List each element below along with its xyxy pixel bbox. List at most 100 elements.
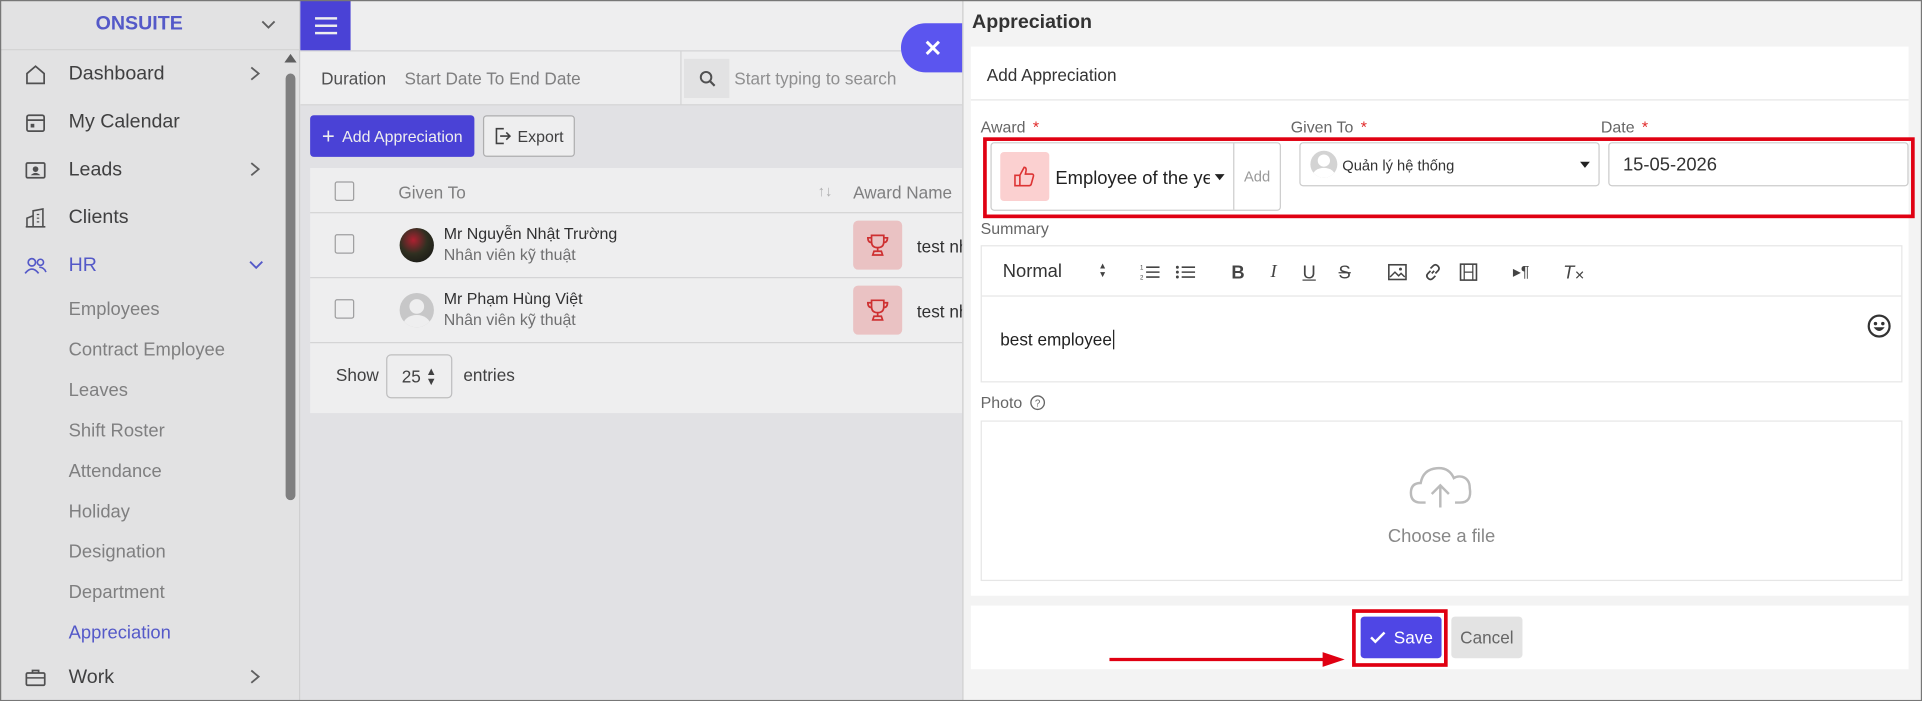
sidebar-item-work[interactable]: Work	[0, 653, 282, 701]
hamburger-menu-icon[interactable]	[300, 0, 351, 51]
column-given-to[interactable]: Given To	[398, 183, 465, 203]
select-all-checkbox[interactable]	[334, 181, 355, 202]
sidebar-item-label: Clients	[68, 206, 129, 228]
sidebar-subitem-designation[interactable]: Designation	[0, 532, 282, 572]
sidebar-scrollbar[interactable]	[283, 53, 298, 701]
link-icon[interactable]	[1422, 261, 1444, 283]
cancel-button[interactable]: Cancel	[1451, 616, 1523, 659]
sidebar-subitem-shift-roster[interactable]: Shift Roster	[0, 411, 282, 451]
date-label: Date *	[1600, 117, 1649, 137]
photo-label: Photo?	[981, 393, 1046, 412]
chevron-down-icon	[249, 261, 263, 270]
appreciation-panel: Appreciation Add Appreciation Award * Giv…	[962, 0, 1922, 701]
thumbs-up-icon	[1000, 151, 1050, 202]
red-arrow-annotation	[1109, 652, 1345, 667]
sidebar: ONSUITE Dashboard My Calendar Leads Clie…	[0, 0, 301, 701]
sidebar-subitem-contract-employee[interactable]: Contract Employee	[0, 330, 282, 370]
sidebar-subitem-department[interactable]: Department	[0, 572, 282, 612]
text-direction-icon[interactable]: ▸¶	[1510, 261, 1532, 283]
sidebar-item-leads[interactable]: Leads	[0, 146, 282, 194]
strikethrough-icon[interactable]: S	[1334, 261, 1356, 283]
divider	[680, 51, 682, 106]
emoji-icon[interactable]	[1867, 314, 1892, 339]
sidebar-item-label: Dashboard	[68, 63, 165, 84]
svg-text:2: 2	[1140, 274, 1144, 280]
summary-label: Summary	[980, 219, 1049, 238]
plus-icon: +	[321, 123, 335, 149]
row-checkbox[interactable]	[334, 234, 355, 254]
export-icon	[495, 127, 512, 145]
image-icon[interactable]	[1386, 261, 1408, 283]
given-to-value: Quản lý hệ thống	[1342, 156, 1455, 175]
text-style-select[interactable]: Normal ▲ ▼	[1003, 261, 1107, 282]
page-size-select[interactable]: 25 ▲ ▼	[386, 354, 453, 399]
caret-down-icon	[1214, 174, 1225, 181]
date-range-picker[interactable]: Start Date To End Date	[405, 69, 581, 89]
column-award-name[interactable]: Award Name	[853, 183, 952, 203]
sidebar-subitem-holiday[interactable]: Holiday	[0, 492, 282, 532]
sidebar-item-dashboard[interactable]: Dashboard	[0, 50, 282, 98]
close-panel-button[interactable]	[900, 23, 965, 73]
scroll-up-icon[interactable]	[284, 53, 297, 63]
date-input[interactable]: 15-05-2026	[1608, 142, 1909, 187]
summary-text[interactable]: best employee	[1000, 329, 1115, 350]
sidebar-item-my-calendar[interactable]: My Calendar	[0, 98, 282, 146]
clear-format-icon[interactable]: T ✕	[1563, 261, 1585, 283]
bold-icon[interactable]: B	[1227, 261, 1249, 283]
table-row: Mr Nguyễn Nhật Trường Nhân viên kỹ thuật…	[310, 213, 962, 279]
sidebar-item-clients[interactable]: Clients	[0, 194, 282, 242]
scrollbar-thumb[interactable]	[285, 73, 296, 501]
italic-icon[interactable]: I	[1263, 261, 1285, 283]
entries-label: entries	[463, 365, 515, 385]
bullet-list-icon[interactable]	[1174, 261, 1196, 283]
sort-arrows-icon: ▲ ▼	[1098, 262, 1107, 280]
sidebar-subitem-attendance[interactable]: Attendance	[0, 451, 282, 491]
photo-dropzone[interactable]: Choose a file	[980, 420, 1903, 582]
chevron-down-icon[interactable]	[260, 16, 277, 33]
add-award-button[interactable]: Add	[1233, 143, 1280, 210]
employee-name[interactable]: Mr Phạm Hùng Việt	[444, 289, 583, 307]
user-avatar-icon	[1310, 150, 1338, 178]
contact-card-icon	[23, 158, 48, 183]
summary-editor: Normal ▲ ▼ 12 B I U S ▸¶ T ✕ best employee	[980, 245, 1903, 383]
underline-icon[interactable]: U	[1298, 261, 1320, 283]
close-icon	[925, 40, 941, 55]
help-icon[interactable]: ?	[1030, 395, 1046, 411]
employee-role: Nhân viên kỹ thuật	[443, 245, 576, 264]
ordered-list-icon[interactable]: 12	[1139, 261, 1161, 283]
sidebar-subitem-employees[interactable]: Employees	[0, 289, 282, 329]
sidebar-item-label: Leads	[68, 158, 123, 180]
award-select[interactable]: Employee of the year Add	[990, 142, 1281, 211]
button-label: Add Appreciation	[342, 126, 463, 146]
video-icon[interactable]	[1457, 261, 1479, 283]
employee-name[interactable]: Mr Nguyễn Nhật Trường	[444, 224, 617, 242]
sidebar-item-hr[interactable]: HR	[0, 241, 282, 289]
search-input[interactable]: Start typing to search	[734, 69, 896, 89]
award-label: Award *	[980, 117, 1040, 137]
sort-icon[interactable]: ↑↓	[818, 183, 833, 200]
award-name: test nh	[916, 236, 962, 257]
sidebar-nav: Dashboard My Calendar Leads Clients HR E…	[0, 50, 282, 701]
given-to-select[interactable]: Quản lý hệ thống	[1299, 142, 1600, 187]
editor-toolbar: Normal ▲ ▼ 12 B I U S ▸¶ T ✕	[981, 246, 1902, 297]
page-size-value: 25	[401, 366, 421, 387]
filter-bar: Duration Start Date To End Date Start ty…	[300, 51, 963, 106]
svg-text:1: 1	[1140, 265, 1144, 272]
export-button[interactable]: Export	[482, 115, 575, 157]
appreciation-table: Given To ↑↓ Award Name Mr Nguyễn Nhật Tr…	[310, 167, 963, 414]
table-header: Given To ↑↓ Award Name	[310, 168, 963, 214]
sidebar-subitem-appreciation[interactable]: Appreciation	[0, 613, 282, 653]
brand-logo-text: ONSUITE	[95, 13, 183, 35]
choose-file-label: Choose a file	[1387, 525, 1496, 547]
sidebar-subitem-leaves[interactable]: Leaves	[0, 370, 282, 410]
brand-header[interactable]: ONSUITE	[0, 0, 300, 51]
avatar	[399, 292, 434, 328]
employee-role: Nhân viên kỹ thuật	[443, 310, 576, 329]
check-icon	[1370, 631, 1386, 644]
row-checkbox[interactable]	[334, 299, 355, 319]
briefcase-icon	[23, 665, 48, 690]
add-appreciation-button[interactable]: + Add Appreciation	[310, 115, 475, 157]
save-button[interactable]: Save	[1360, 616, 1442, 659]
top-bar	[300, 0, 963, 52]
home-icon	[23, 62, 48, 87]
